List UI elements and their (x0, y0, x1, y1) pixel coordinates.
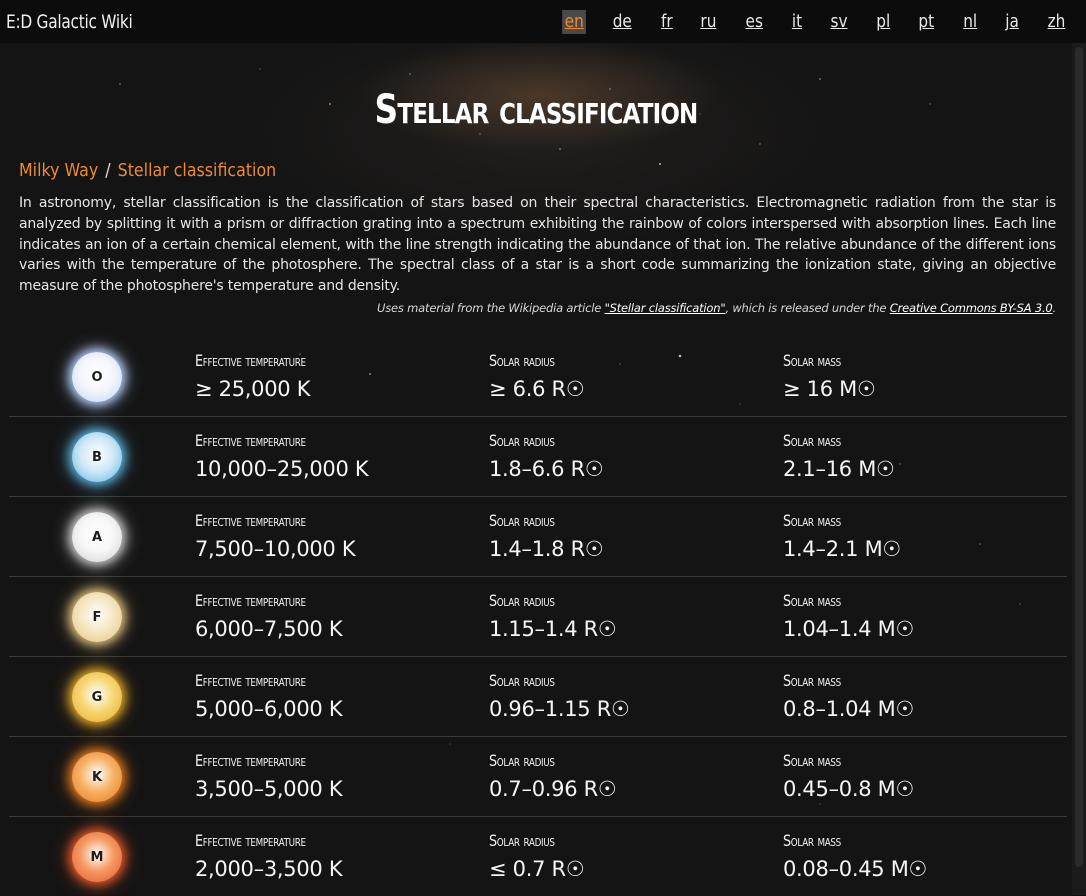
mass-label: Solar mass (783, 831, 841, 850)
star-orb-icon: G (72, 672, 122, 722)
scrollbar-thumb[interactable] (1075, 47, 1083, 867)
breadcrumb-separator: / (105, 160, 111, 181)
site-brand[interactable]: E:D Galactic Wiki (6, 11, 133, 33)
temperature-value: 5,000–6,000 K (195, 697, 343, 721)
radius-value: ≥ 6.6 R☉ (489, 377, 585, 401)
radius-value: 1.8–6.6 R☉ (489, 457, 604, 481)
lang-link-de[interactable]: de (610, 10, 634, 34)
attribution-suffix: . (1052, 301, 1057, 315)
stellar-class-list: O Effective temperature ≥ 25,000 K Solar … (9, 337, 1067, 896)
vertical-scrollbar[interactable] (1072, 43, 1086, 895)
class-row-g: G Effective temperature 5,000–6,000 K Sol… (9, 657, 1067, 737)
star-orb-icon: K (72, 752, 122, 802)
lang-link-nl[interactable]: nl (960, 10, 979, 34)
lang-link-zh[interactable]: zh (1045, 10, 1068, 34)
radius-value: 0.7–0.96 R☉ (489, 777, 617, 801)
class-row-k: K Effective temperature 3,500–5,000 K Sol… (9, 737, 1067, 817)
radius-label: Solar radius (489, 351, 555, 370)
star-orb-icon: O (72, 352, 122, 402)
class-row-m: M Effective temperature 2,000–3,500 K Sol… (9, 817, 1067, 896)
mass-value: 1.4–2.1 M☉ (783, 537, 901, 561)
class-row-f: F Effective temperature 6,000–7,500 K Sol… (9, 577, 1067, 657)
lang-link-ru[interactable]: ru (698, 10, 719, 34)
temperature-value: 2,000–3,500 K (195, 857, 343, 881)
temperature-value: 7,500–10,000 K (195, 537, 356, 561)
temperature-value: 6,000–7,500 K (195, 617, 343, 641)
star-orb-icon: A (72, 512, 122, 562)
temperature-value: ≥ 25,000 K (195, 377, 311, 401)
intro-paragraph: In astronomy, stellar classification is … (19, 195, 1056, 295)
mass-label: Solar mass (783, 671, 841, 690)
radius-label: Solar radius (489, 591, 555, 610)
mass-value: 1.04–1.4 M☉ (783, 617, 914, 641)
class-row-b: B Effective temperature 10,000–25,000 K S… (9, 417, 1067, 497)
lang-link-pl[interactable]: pl (873, 10, 892, 34)
temperature-label: Effective temperature (195, 591, 306, 610)
breadcrumb: Milky Way / Stellar classification (19, 160, 276, 181)
breadcrumb-current[interactable]: Stellar classification (118, 160, 277, 181)
temperature-value: 3,500–5,000 K (195, 777, 343, 801)
star-orb-icon: F (72, 592, 122, 642)
mass-value: ≥ 16 M☉ (783, 377, 876, 401)
lang-link-fr[interactable]: fr (658, 10, 675, 34)
wikipedia-article-link[interactable]: "Stellar classification" (605, 301, 726, 315)
temperature-label: Effective temperature (195, 511, 306, 530)
radius-value: 1.4–1.8 R☉ (489, 537, 604, 561)
lang-link-it[interactable]: it (789, 10, 804, 34)
star-orb-icon: M (72, 832, 122, 882)
radius-label: Solar radius (489, 751, 555, 770)
temperature-label: Effective temperature (195, 751, 306, 770)
radius-label: Solar radius (489, 431, 555, 450)
mass-value: 0.45–0.8 M☉ (783, 777, 914, 801)
mass-value: 0.8–1.04 M☉ (783, 697, 914, 721)
temperature-label: Effective temperature (195, 351, 306, 370)
mass-label: Solar mass (783, 591, 841, 610)
page-title: Stellar classification (374, 87, 699, 133)
temperature-label: Effective temperature (195, 671, 306, 690)
mass-value: 0.08–0.45 M☉ (783, 857, 928, 881)
class-row-o: O Effective temperature ≥ 25,000 K Solar … (9, 337, 1067, 417)
lang-link-es[interactable]: es (743, 10, 765, 34)
mass-label: Solar mass (783, 431, 841, 450)
mass-label: Solar mass (783, 511, 841, 530)
temperature-label: Effective temperature (195, 831, 306, 850)
radius-value: 0.96–1.15 R☉ (489, 697, 630, 721)
class-row-a: A Effective temperature 7,500–10,000 K So… (9, 497, 1067, 577)
language-switcher: en de fr ru es it sv pl pt nl ja zh (540, 9, 1070, 34)
temperature-label: Effective temperature (195, 431, 306, 450)
lang-link-pt[interactable]: pt (916, 10, 937, 34)
radius-label: Solar radius (489, 511, 555, 530)
license-link[interactable]: Creative Commons BY-SA 3.0 (890, 301, 1053, 315)
star-orb-icon: B (72, 432, 122, 482)
breadcrumb-link-milky-way[interactable]: Milky Way (19, 160, 98, 181)
mass-label: Solar mass (783, 351, 841, 370)
top-navigation-bar: E:D Galactic Wiki en de fr ru es it sv p… (0, 0, 1086, 43)
radius-label: Solar radius (489, 671, 555, 690)
temperature-value: 10,000–25,000 K (195, 457, 369, 481)
wikipedia-attribution: Uses material from the Wikipedia article… (377, 301, 1056, 315)
radius-value: ≤ 0.7 R☉ (489, 857, 585, 881)
mass-label: Solar mass (783, 751, 841, 770)
lang-link-en[interactable]: en (561, 9, 587, 34)
attribution-prefix: Uses material from the Wikipedia article (377, 301, 605, 315)
attribution-middle: , which is released under the (725, 301, 890, 315)
mass-value: 2.1–16 M☉ (783, 457, 895, 481)
radius-value: 1.15–1.4 R☉ (489, 617, 617, 641)
lang-link-sv[interactable]: sv (828, 10, 850, 34)
radius-label: Solar radius (489, 831, 555, 850)
lang-link-ja[interactable]: ja (1003, 10, 1022, 34)
